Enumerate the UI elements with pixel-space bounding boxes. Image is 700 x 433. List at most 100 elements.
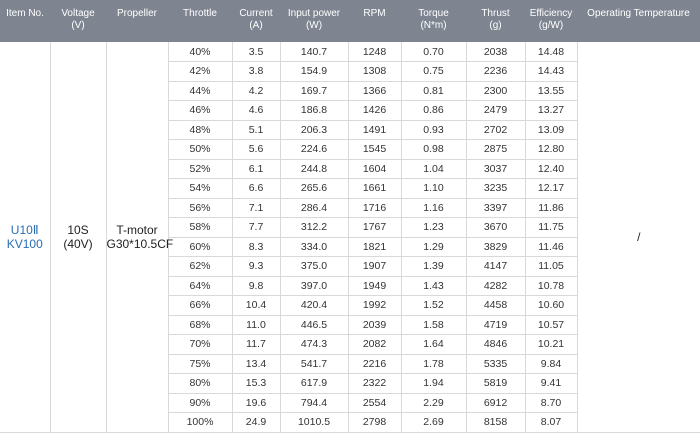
throttle-cell: 46%	[168, 100, 233, 121]
header-label: Thrust	[481, 8, 510, 19]
input-power-cell: 446.5	[279, 314, 349, 335]
rpm-cell: 1545	[347, 139, 402, 160]
input-power-cell: 312.2	[279, 217, 349, 238]
efficiency-cell: 12.80	[524, 139, 577, 160]
header-label: Throttle	[183, 8, 217, 19]
input-power-cell: 1010.5	[279, 412, 349, 433]
thrust-cell: 2702	[465, 119, 526, 140]
motor-test-table: Item No. Voltage (V) Propeller Throttle Curre…	[0, 0, 700, 433]
header-unit: (g)	[489, 20, 502, 31]
header-label: Voltage	[61, 8, 95, 19]
header-current: Current (A)	[232, 0, 280, 42]
current-cell: 8.3	[231, 236, 281, 257]
thrust-cell: 6912	[465, 392, 526, 413]
current-cell: 6.6	[231, 178, 281, 199]
header-unit: (g/W)	[538, 20, 564, 31]
torque-cell: 0.75	[400, 61, 467, 82]
efficiency-cell: 13.27	[524, 100, 577, 121]
torque-cell: 1.04	[400, 158, 467, 179]
thrust-cell: 2479	[465, 100, 526, 121]
torque-cell: 1.94	[400, 373, 467, 394]
thrust-cell: 8158	[465, 412, 526, 433]
header-unit: (N*m)	[420, 20, 447, 31]
input-power-cell: 375.0	[279, 256, 349, 277]
current-cell: 4.2	[231, 80, 281, 101]
operating-temperature-cell: /	[576, 42, 700, 433]
efficiency-cell: 10.57	[524, 314, 577, 335]
header-operating-temperature: Operating Temperature	[577, 0, 700, 42]
propeller-cell-line2: G30*10.5CF	[106, 236, 174, 251]
throttle-cell: 54%	[168, 178, 233, 199]
rpm-cell: 1907	[347, 256, 402, 277]
current-cell: 6.1	[231, 158, 281, 179]
efficiency-cell: 10.60	[524, 295, 577, 316]
rpm-cell: 2039	[347, 314, 402, 335]
rpm-cell: 1992	[347, 295, 402, 316]
torque-cell: 1.78	[400, 353, 467, 374]
torque-cell: 0.86	[400, 100, 467, 121]
header-unit: (W)	[305, 20, 323, 31]
torque-cell: 1.64	[400, 334, 467, 355]
current-cell: 10.4	[231, 295, 281, 316]
torque-cell: 0.93	[400, 119, 467, 140]
rpm-cell: 1248	[347, 42, 402, 62]
torque-cell: 1.16	[400, 197, 467, 218]
thrust-cell: 2038	[465, 42, 526, 62]
throttle-cell: 56%	[168, 197, 233, 218]
torque-cell: 1.29	[400, 236, 467, 257]
header-efficiency: Efficiency (g/W)	[525, 0, 577, 42]
throttle-cell: 64%	[168, 275, 233, 296]
voltage-cell-line1: 10S	[67, 222, 89, 237]
rpm-cell: 1491	[347, 119, 402, 140]
header-unit: (A)	[249, 20, 263, 31]
table-row: U10Ⅱ KV100 10S (40V) T-motor G30*10.5CF 40% 3.5…	[0, 42, 700, 433]
input-power-cell: 794.4	[279, 392, 349, 413]
thrust-cell: 3829	[465, 236, 526, 257]
input-power-cell: 474.3	[279, 334, 349, 355]
input-power-cell: 397.0	[279, 275, 349, 296]
efficiency-cell: 11.86	[524, 197, 577, 218]
current-cell: 7.1	[231, 197, 281, 218]
throttle-cell: 40%	[167, 42, 233, 62]
efficiency-cell: 12.40	[524, 158, 577, 179]
header-label: Input power	[287, 8, 341, 19]
current-cell: 9.3	[231, 256, 281, 277]
header-label: Propeller	[116, 8, 158, 19]
torque-cell: 2.29	[400, 392, 467, 413]
table-header: Item No. Voltage (V) Propeller Throttle Curre…	[0, 0, 700, 42]
header-label: Torque	[418, 8, 449, 19]
thrust-cell: 5819	[465, 373, 526, 394]
thrust-cell: 3235	[465, 178, 526, 199]
throttle-cell: 52%	[168, 158, 233, 179]
efficiency-cell: 10.78	[524, 275, 577, 296]
throttle-cell: 62%	[168, 256, 233, 277]
header-rpm: RPM	[348, 0, 401, 42]
thrust-cell: 4719	[465, 314, 526, 335]
rpm-cell: 1949	[347, 275, 402, 296]
torque-cell: 2.69	[400, 412, 467, 433]
rpm-cell: 2798	[347, 412, 402, 433]
thrust-cell: 3037	[465, 158, 526, 179]
input-power-cell: 617.9	[279, 373, 349, 394]
efficiency-cell: 9.41	[524, 373, 577, 394]
current-cell: 5.6	[231, 139, 281, 160]
header-label: RPM	[363, 8, 386, 19]
current-cell: 19.6	[231, 392, 281, 413]
throttle-cell: 60%	[168, 236, 233, 257]
current-cell: 5.1	[231, 119, 281, 140]
header-torque: Torque (N*m)	[401, 0, 466, 42]
current-cell: 13.4	[231, 353, 281, 374]
current-cell: 7.7	[231, 217, 281, 238]
header-label: Current	[239, 8, 273, 19]
rpm-cell: 2216	[347, 353, 402, 374]
efficiency-cell: 8.70	[524, 392, 577, 413]
rpm-cell: 1716	[347, 197, 402, 218]
thrust-cell: 4458	[465, 295, 526, 316]
current-cell: 9.8	[231, 275, 281, 296]
table-body: U10Ⅱ KV100 10S (40V) T-motor G30*10.5CF 40% 3.5…	[0, 42, 700, 433]
propeller-cell: T-motor G30*10.5CF	[105, 42, 174, 433]
efficiency-cell: 13.55	[524, 80, 577, 101]
input-power-cell: 224.6	[279, 139, 349, 160]
header-voltage: Voltage (V)	[50, 0, 106, 42]
current-cell: 15.3	[231, 373, 281, 394]
